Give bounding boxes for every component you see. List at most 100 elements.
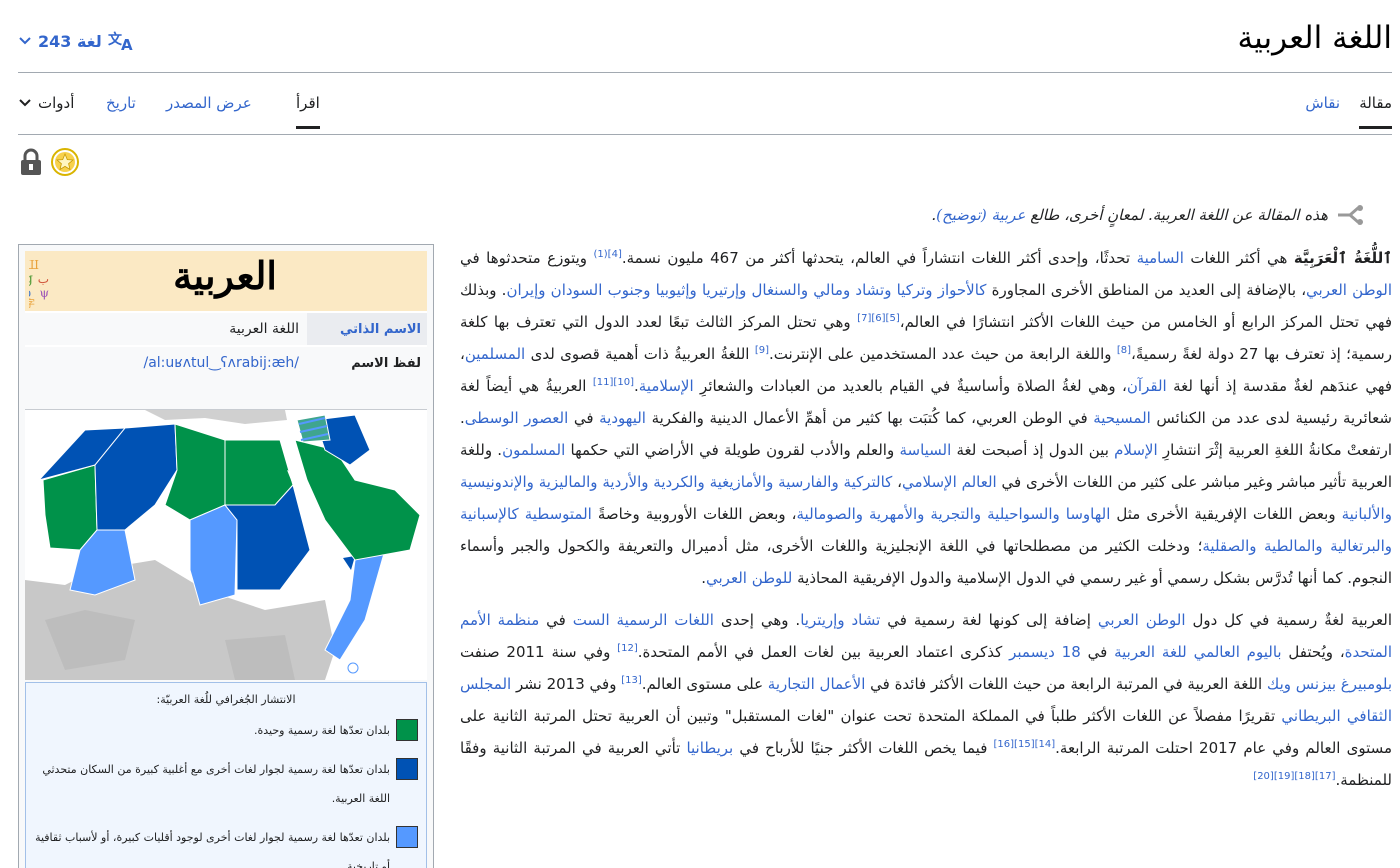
featured-star-icon[interactable] (50, 147, 80, 177)
body-text: في (568, 409, 600, 427)
article-link[interactable]: المسلمون (502, 441, 565, 459)
body-text: في الوطن العربي، كما كُتبَت بها كثير من … (645, 409, 1094, 427)
article-link[interactable]: للوطن العربي (706, 569, 792, 587)
body-text: ، ويُحتفل (1281, 643, 1345, 661)
infobox-key-pronunciation: لفظ الاسم (307, 347, 427, 379)
svg-text:ω: ω (29, 286, 31, 300)
body-text: بين الدول إذ أصبحت لغة (951, 441, 1115, 459)
body-text: وبعض اللغات الإفريقية الأخرى مثل (1110, 505, 1342, 523)
body-text: العربية لغةٌ رسمية في كل دول (1185, 611, 1392, 629)
article-link[interactable]: اليهودية (599, 409, 646, 427)
legend-text: بلدان تعدّها لغة رسمية لجوار لغات أخرى ل… (35, 831, 390, 868)
article-link[interactable]: بلومبيرغ بيزنس ويك (1267, 675, 1392, 693)
article-link[interactable]: الأعمال التجارية (768, 675, 866, 693)
body-text: فيما يخص اللغات الأكثر جنيًا للأرباح في (733, 739, 994, 757)
alphabet-logo-icon: Ш g ب ω ψ 字 (29, 258, 49, 309)
arabic-distribution-map[interactable] (25, 409, 427, 680)
citation-ref[interactable]: [12] (617, 643, 638, 654)
article-link[interactable]: الهاوسا والسواحيلية والتجرية والأمهرية و… (797, 505, 1111, 523)
tools-menu[interactable]: أدوات (18, 94, 74, 126)
infobox-value-autonym: اللغة العربية (229, 321, 299, 337)
body-text: وفي 2013 نشر (511, 675, 622, 693)
legend-caption: الانتشار الجُغرافي للُغة العربيّة: (156, 693, 296, 706)
citation-ref[interactable]: [10][11] (593, 377, 634, 388)
infobox-value-pronunciation[interactable]: /al:uʁʌtul‿ʕʌrabij:æh/ (25, 355, 307, 371)
citation-ref[interactable]: [14][15][16] (994, 739, 1056, 750)
article-link[interactable]: العالم الإسلامي (902, 473, 997, 491)
body-text: هي أكثر اللغات (1183, 249, 1294, 267)
article-link[interactable]: كالأحواز وتركيا وتشاد ومالي والسنغال وإر… (506, 281, 986, 299)
hatnote-link-disambiguation[interactable]: (توضيح) (936, 206, 987, 224)
article-link[interactable]: بريطانيا (686, 739, 733, 757)
infobox-key-autonym[interactable]: الاسم الذاتي (307, 313, 427, 345)
lead-term: ٱللُّغَةُ ٱلْعَرَبِيَّة (1293, 249, 1393, 267)
svg-text:ψ: ψ (40, 286, 49, 300)
article-link[interactable]: 18 ديسمبر (1009, 643, 1081, 661)
language-button[interactable]: 243 لغة 文 A (18, 30, 136, 52)
tab-view-source[interactable]: عرض المصدر (166, 94, 252, 126)
article-link[interactable]: القرآن (1127, 377, 1167, 395)
article-link[interactable]: الإسلامية (639, 377, 694, 395)
hatnote-link-arabic[interactable]: عربية (991, 206, 1025, 224)
citation-ref[interactable]: [13] (621, 675, 642, 686)
map-svg (25, 410, 427, 680)
article-link[interactable]: المسلمين (465, 345, 525, 363)
citation-ref[interactable]: [5][6][7] (857, 313, 900, 324)
page-title: اللغة العربية (1237, 20, 1392, 56)
page-indicators (18, 147, 80, 177)
body-text: ، بالإضافة إلى العديد من المناطق الأخرى … (986, 281, 1307, 299)
body-text: . وهي إحدى (713, 611, 801, 629)
lock-icon[interactable] (18, 147, 44, 177)
legend-item: بلدان تعدّها لغة رسمية لجوار لغات أخرى م… (34, 755, 418, 813)
citation-ref[interactable]: [4](1) (593, 249, 621, 260)
chevron-down-icon (19, 37, 31, 45)
translate-icon: 文 A (108, 31, 133, 52)
legend-item: بلدان تعدّها لغة رسمية وحيدة. (34, 716, 418, 745)
page-header: اللغة العربية 243 لغة 文 A (18, 16, 1392, 72)
body-text: واللغة الرابعة من حيث عدد المستخدمين على… (769, 345, 1117, 363)
infobox-row: الاسم الذاتي اللغة العربية (25, 311, 427, 345)
article-link[interactable]: الوطن العربي (1098, 611, 1186, 629)
legend-swatch-green (396, 719, 418, 741)
body-text: كذكرى اعتماد العربية بين لغات العمل في ا… (637, 643, 1010, 661)
article-link[interactable]: اللغات الرسمية الست (573, 611, 714, 629)
article-link[interactable]: تشاد وإريتريا (800, 611, 880, 629)
body-text: وفي سنة 2011 صنفت (460, 643, 618, 661)
tab-article[interactable]: مقالة (1359, 94, 1392, 129)
infobox-language-name: العربية (173, 253, 277, 298)
citation-ref[interactable]: [9] (755, 345, 769, 356)
page-tabs: مقالة نقاش اقرأ عرض المصدر تاريخ أدوات (18, 82, 1392, 135)
article-link[interactable]: العصور الوسطى (465, 409, 568, 427)
legend-text: بلدان تعدّها لغة رسمية لجوار لغات أخرى م… (42, 763, 390, 805)
body-text: ، وبعض اللغات الأوروبية وخاصةً (591, 505, 797, 523)
disambiguation-icon (1338, 205, 1363, 225)
article-link[interactable]: السامية (1137, 249, 1184, 267)
body-text: تحدثًا، وإحدى أكثر اللغات انتشاراً في ال… (621, 249, 1137, 267)
infobox-title: Ш g ب ω ψ 字 العربية (25, 251, 427, 311)
paragraph-intro: ٱللُّغَةُ ٱلْعَرَبِيَّة هي أكثر اللغات ا… (460, 242, 1392, 594)
body-text: على مستوى العالم. (641, 675, 768, 693)
tab-history[interactable]: تاريخ (106, 94, 136, 126)
body-text: اللغة العربية في المرتبة الرابعة من حيث … (865, 675, 1267, 693)
article-link[interactable]: الإسلام (1114, 441, 1158, 459)
tab-talk[interactable]: نقاش (1305, 94, 1340, 126)
body-text: في (539, 611, 573, 629)
article-link[interactable]: المسيحية (1093, 409, 1151, 427)
language-count: 243 لغة (38, 31, 102, 51)
legend-swatch-blue (396, 758, 418, 780)
body-text: في (1080, 643, 1115, 661)
legend-item: بلدان تعدّها لغة رسمية لجوار لغات أخرى ل… (34, 823, 418, 868)
article-link[interactable]: باليوم العالمي للغة العربية (1114, 643, 1281, 661)
citation-ref[interactable]: [17][18][19][20] (1253, 771, 1335, 782)
svg-text:Ш: Ш (29, 258, 39, 272)
svg-text:A: A (121, 36, 133, 52)
legend-swatch-lightblue (396, 826, 418, 848)
body-text: ويتوزع متحدثوها في (460, 249, 594, 267)
article-link[interactable]: الوطن العربي (1306, 281, 1392, 299)
article-link[interactable]: السياسة (899, 441, 951, 459)
svg-text:字: 字 (29, 297, 35, 309)
tab-read[interactable]: اقرأ (296, 94, 320, 129)
citation-ref[interactable]: [8] (1117, 345, 1131, 356)
body-text: اللغةُ العربيةُ ذات أهمية قصوى لدى (525, 345, 755, 363)
paragraph-official-status: العربية لغةٌ رسمية في كل دول الوطن العرب… (460, 604, 1392, 796)
